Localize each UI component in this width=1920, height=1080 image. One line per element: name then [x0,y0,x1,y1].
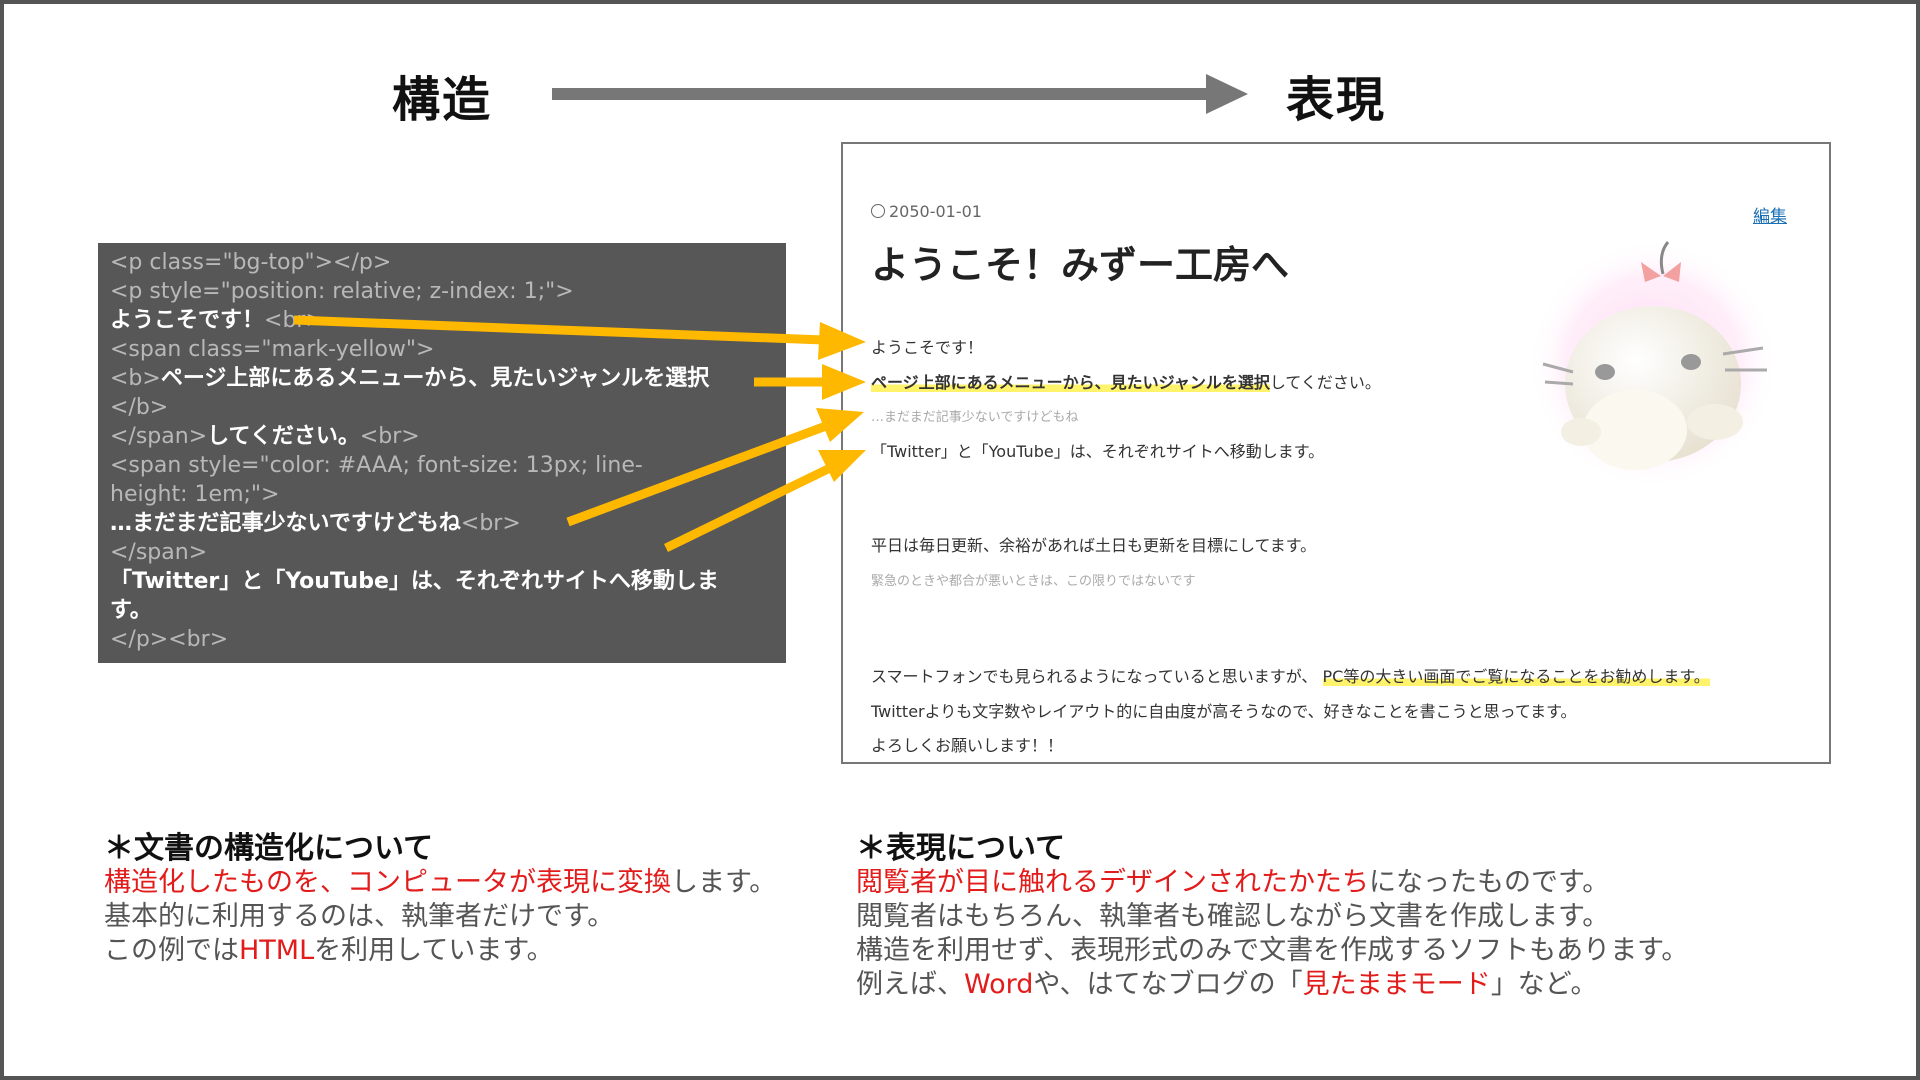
presentation-title: 表現 [1286,72,1387,128]
code-line: <span style="color: #AAA; font-size: 13p… [110,451,774,480]
code-line: </p><br> [110,625,774,654]
presentation-note-line2: 閲覧者はもちろん、執筆者も確認しながら文書を作成します。 [856,901,1610,932]
preview-line-exception: 緊急のときや都合が悪いときは、この限りではないです [871,574,1196,589]
code-tag-text: <b> [110,366,161,391]
code-line: す。 [110,596,774,625]
code-tag-text: <br> [264,308,324,333]
code-content-text: …まだまだ記事少ないですけどもね [110,511,461,536]
presentation-note-line3: 構造を利用せず、表現形式のみで文書を作成するソフトもあります。 [856,935,1689,966]
code-content-text: ようこそです！ [110,308,265,333]
presentation-note-line1: 閲覧者が目に触れるデザインされたかたちになったものです。 [856,867,1610,898]
structure-to-presentation-arrow-icon [552,74,1248,114]
preview-line-smartphone: スマートフォンでも見られるようになっていると思いますが、 PC等の大きい画面でご… [871,667,1710,686]
post-date: 2050-01-01 [871,202,982,221]
code-line: </span> [110,538,774,567]
code-tag-text: height: 1em;"> [110,482,280,507]
code-tag-text: <br> [359,424,420,449]
code-line: height: 1em;"> [110,480,774,509]
code-line: …まだまだ記事少ないですけどもね<br> [110,509,774,538]
code-tag-text: <br> [460,511,521,536]
structure-title: 構造 [392,72,493,128]
code-line: <b>ページ上部にあるメニューから、見たいジャンルを選択 [110,364,774,393]
mascot-image [1528,239,1778,489]
code-tag-text: <span class="mark-yellow"> [110,337,435,362]
structure-note: ＊文書の構造化について 構造化したものを、コンピュータが表現に変換します。 基本… [104,832,776,968]
code-line: <p style="position: relative; z-index: 1… [110,277,774,306]
code-content-text: ページ上部にあるメニューから、見たいジャンルを選択 [160,366,710,391]
preview-line-twitter: Twitterよりも文字数やレイアウト的に自由度が高そうなので、好きなことを書こ… [871,702,1577,721]
code-tag-text: </span> [110,424,208,449]
code-tag-text: <span style="color: #AAA; font-size: 13p… [110,453,643,478]
code-tag-text: </b> [110,395,169,420]
post-heading: ようこそ！みずー工房へ [871,243,1290,287]
presentation-note: ＊表現について 閲覧者が目に触れるデザインされたかたちになったものです。 閲覧者… [856,832,1688,1002]
structure-note-line2: 基本的に利用するのは、執筆者だけです。 [104,901,615,932]
code-content-text: してください。 [207,424,360,449]
code-line: <span class="mark-yellow"> [110,335,774,364]
preview-line-links: 「Twitter」と「YouTube」は、それぞれサイトへ移動します。 [871,442,1325,461]
code-tag-text: </p><br> [110,627,229,652]
code-line: </b> [110,393,774,422]
code-content-text: 「Twitter」と「YouTube」は、それぞれサイトへ移動しま [110,569,719,594]
code-tag-text: </span> [110,540,208,565]
code-tag-text: <p class="bg-top"></p> [110,250,392,275]
preview-line-few-articles: …まだまだ記事少ないですけどもね [871,410,1079,425]
slide: 構造 表現 <p class="bg-top"></p> <p style="po… [0,0,1920,1080]
structure-note-line1: 構造化したものを、コンピュータが表現に変換します。 [104,867,777,898]
code-line: 「Twitter」と「YouTube」は、それぞれサイトへ移動しま [110,567,774,596]
preview-line-regards: よろしくお願いします！！ [871,736,1064,755]
clock-icon [871,204,885,218]
preview-line-schedule: 平日は毎日更新、余裕があれば土日も更新を目標にしてます。 [871,536,1317,555]
presentation-note-line4: 例えば、Wordや、はてなブログの「見たままモード」など。 [856,969,1598,1000]
code-tag-text: <p style="position: relative; z-index: 1… [110,279,574,304]
preview-line-menu: ページ上部にあるメニューから、見たいジャンルを選択してください。 [871,373,1381,392]
code-content-text: す。 [110,598,152,623]
structure-note-heading: ＊文書の構造化について [104,831,434,866]
code-line: ようこそです！<br> [110,306,774,335]
html-code-block: <p class="bg-top"></p> <p style="position… [98,243,786,663]
preview-line-welcome: ようこそです！ [871,338,984,357]
rendered-preview: 2050-01-01 編集 ようこそ！みずー工房へ ようこそです！ ページ上部に… [841,142,1831,764]
structure-note-line3: この例ではHTMLを利用しています。 [104,935,554,966]
code-line: </span>してください。<br> [110,422,774,451]
presentation-note-heading: ＊表現について [856,831,1066,866]
code-line: <p class="bg-top"></p> [110,248,774,277]
edit-link[interactable]: 編集 [1753,202,1787,227]
